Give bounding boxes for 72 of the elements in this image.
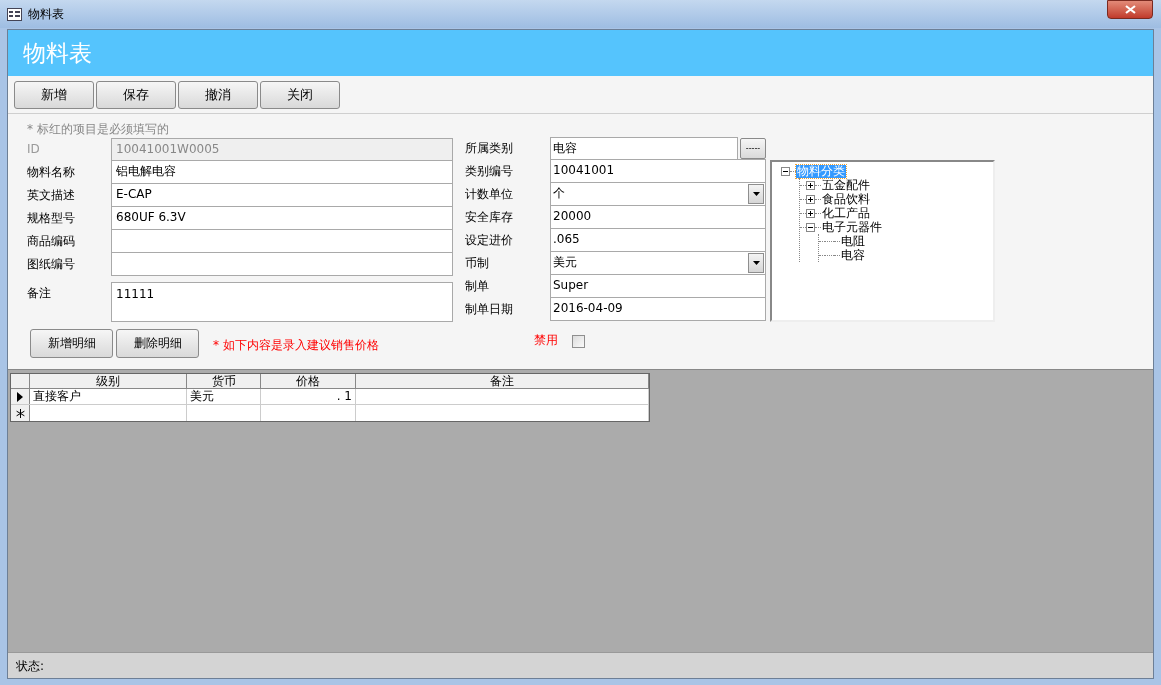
column-header[interactable]: 备注 (356, 374, 649, 388)
dropdown-field[interactable]: 个 (550, 182, 766, 206)
caret-icon (752, 192, 760, 196)
field-label: 制单日期 (465, 301, 514, 318)
field-label: 备注 (27, 285, 52, 302)
collapse-icon[interactable] (781, 166, 790, 176)
input-field[interactable]: E-CAP (111, 183, 453, 207)
input-field[interactable]: 680UF 6.3V (111, 206, 453, 230)
required-note: * 标红的项目是必须填写的 (27, 121, 170, 137)
expand-icon[interactable] (806, 208, 815, 218)
close-icon (1124, 5, 1136, 14)
field-label: 所属类别 (465, 140, 514, 157)
text-area[interactable]: 11111 (111, 282, 453, 322)
status-label: 状态: (16, 657, 45, 675)
field-label: 图纸编号 (27, 256, 76, 273)
column-header[interactable]: 级别 (30, 374, 187, 388)
detail-button[interactable]: 新增明细 (30, 328, 113, 358)
field-label: 商品编码 (27, 233, 76, 250)
field-label: 币制 (465, 255, 490, 272)
tree-item[interactable]: 食品饮料 (821, 192, 871, 206)
lookup-button[interactable]: ----- (740, 138, 766, 159)
field-label: ID (27, 141, 41, 158)
column-header[interactable]: 货币 (187, 374, 261, 388)
toolbar-button[interactable]: 新增 (14, 80, 94, 109)
form-title: 物料表 (23, 38, 92, 68)
field-label: 类别编号 (465, 163, 514, 180)
table-cell: 直接客户 (30, 389, 187, 404)
input-field[interactable]: 10041001 (550, 159, 766, 183)
dropdown-field[interactable]: 美元 (550, 251, 766, 275)
input-field[interactable] (111, 252, 453, 276)
input-field[interactable]: 2016-04-09 (550, 297, 766, 321)
form-icon (7, 7, 22, 21)
expand-icon[interactable] (806, 180, 815, 190)
field-label: 制单 (465, 278, 490, 295)
collapse-icon[interactable] (806, 222, 815, 232)
field-label: 设定进价 (465, 232, 514, 249)
current-row-icon (17, 391, 23, 402)
toolbar-button[interactable]: 关闭 (260, 80, 340, 109)
caret-icon (752, 261, 760, 265)
field-label: 规格型号 (27, 210, 76, 227)
tree-item[interactable]: 五金配件 (821, 178, 871, 192)
window-title: 物料表 (28, 6, 64, 23)
checkbox-label: 禁用 (533, 332, 558, 349)
input-field[interactable]: 电容 (550, 137, 738, 160)
field-label: 英文描述 (27, 187, 76, 204)
input-field[interactable] (111, 229, 453, 253)
table-cell: . 1 (261, 389, 356, 404)
price-note: * 如下内容是录入建议销售价格 (213, 336, 379, 354)
field-label: 安全库存 (465, 209, 514, 226)
input-field[interactable]: Super (550, 274, 766, 298)
field-label: 物料名称 (27, 164, 76, 181)
tree-item[interactable]: 电容 (840, 248, 866, 262)
asterisk-icon (15, 408, 25, 418)
row-selector[interactable] (11, 389, 30, 404)
checkbox[interactable] (571, 335, 585, 348)
input-field[interactable]: 铝电解电容 (111, 160, 453, 184)
dropdown-button[interactable] (748, 184, 764, 204)
dropdown-button[interactable] (748, 253, 764, 273)
tree-item[interactable]: 电阻 (840, 234, 866, 248)
column-header[interactable]: 价格 (261, 374, 356, 388)
field-label: 计数单位 (465, 186, 514, 203)
tree-item[interactable]: 化工产品 (821, 206, 871, 220)
input-field[interactable]: .065 (550, 228, 766, 252)
new-row-selector[interactable] (11, 405, 30, 421)
toolbar-button[interactable]: 保存 (96, 80, 176, 109)
tree-item[interactable]: 电子元器件 (821, 220, 883, 234)
close-button[interactable] (1107, 0, 1153, 19)
expand-icon[interactable] (806, 194, 815, 204)
detail-button[interactable]: 删除明细 (116, 328, 199, 358)
input-field[interactable]: 20000 (550, 205, 766, 229)
toolbar-button[interactable]: 撤消 (178, 80, 258, 109)
table-cell: 美元 (187, 389, 261, 404)
